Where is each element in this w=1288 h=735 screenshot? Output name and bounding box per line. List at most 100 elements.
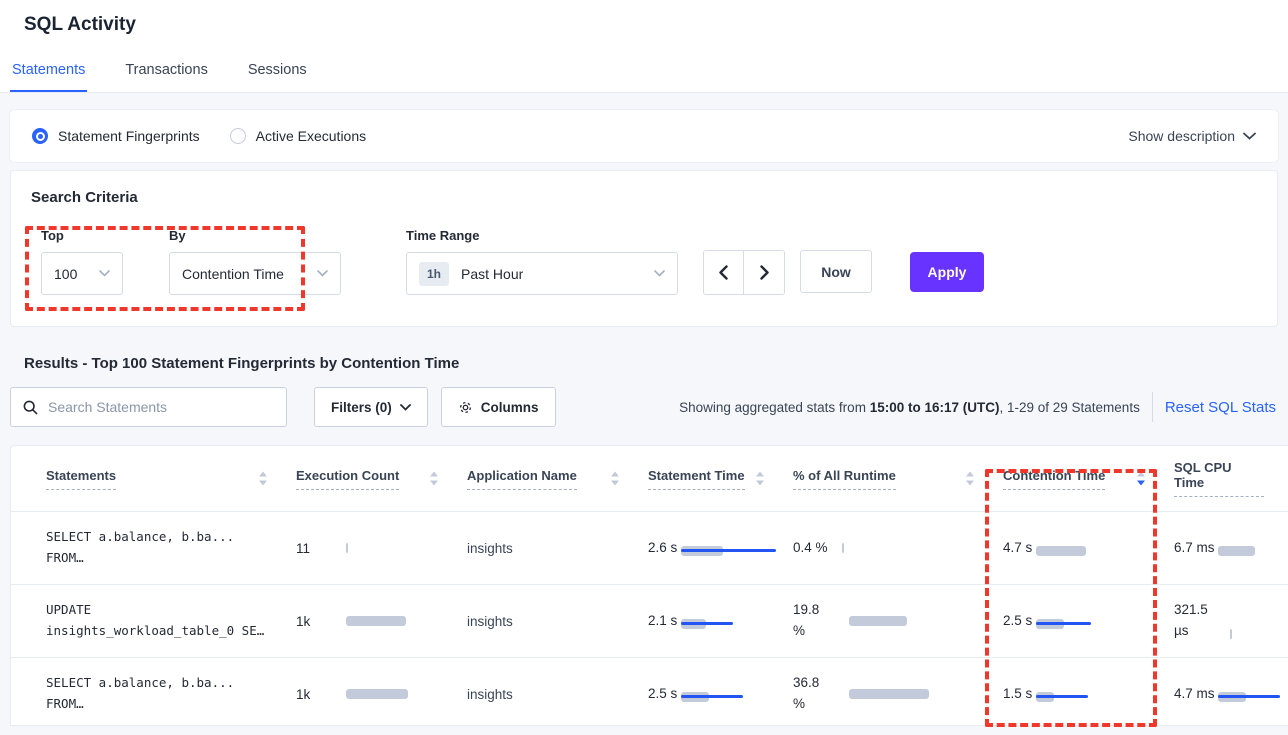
pct-runtime-cell: 36.8 % xyxy=(793,673,1003,715)
search-criteria-heading: Search Criteria xyxy=(31,189,1257,206)
columns-button[interactable]: Columns xyxy=(441,387,556,427)
metric-bar xyxy=(681,546,723,556)
sql-activity-page: SQL Activity Statements Transactions Ses… xyxy=(0,0,1288,735)
statement-fingerprint-link[interactable]: SELECT a.balance, b.ba... FROM… xyxy=(46,527,296,568)
page-title: SQL Activity xyxy=(0,0,1288,36)
column-header-contention-time[interactable]: Contention Time xyxy=(1003,468,1174,490)
table-header-row: Statements Execution Count Application N… xyxy=(11,446,1288,511)
time-range-badge: 1h xyxy=(419,262,449,286)
radio-label: Active Executions xyxy=(256,128,367,144)
view-toggle-bar: Statement Fingerprints Active Executions… xyxy=(10,110,1278,162)
stats-summary: Showing aggregated stats from 15:00 to 1… xyxy=(679,400,1140,415)
statement-fingerprint-link[interactable]: UPDATE insights_workload_table_0 SE… xyxy=(46,600,296,641)
column-header-pct-runtime[interactable]: % of All Runtime xyxy=(793,468,1003,490)
radio-active-executions[interactable]: Active Executions xyxy=(230,128,367,144)
radio-statement-fingerprints[interactable]: Statement Fingerprints xyxy=(32,128,200,144)
prev-time-button[interactable] xyxy=(704,251,744,294)
metric-bar xyxy=(1036,619,1064,629)
metric-bar xyxy=(1230,629,1232,639)
results-heading: Results - Top 100 Statement Fingerprints… xyxy=(24,355,1278,372)
next-time-button[interactable] xyxy=(744,251,784,294)
filters-button-label: Filters (0) xyxy=(331,400,392,415)
metric-bar xyxy=(346,616,406,626)
sort-icon xyxy=(965,471,975,486)
statement-fingerprint-link[interactable]: SELECT a.balance, b.ba... FROM… xyxy=(46,673,296,714)
chevron-right-icon xyxy=(760,265,769,280)
sql-cpu-time-cell: 321.5 µs xyxy=(1174,600,1288,642)
sort-icon xyxy=(258,471,268,486)
table-row: SELECT a.balance, b.ba... FROM… 11 insig… xyxy=(11,511,1288,584)
application-name-cell: insights xyxy=(467,541,648,556)
statement-time-cell: 2.6 s xyxy=(648,538,793,559)
time-range-field-group: Time Range 1h Past Hour xyxy=(406,228,678,295)
by-select-value: Contention Time xyxy=(182,266,284,282)
metric-bar xyxy=(849,616,907,626)
search-statements-input[interactable] xyxy=(48,399,274,415)
metric-bar xyxy=(1036,546,1086,556)
sort-icon xyxy=(755,471,765,486)
column-header-statements[interactable]: Statements xyxy=(46,468,296,490)
columns-button-label: Columns xyxy=(481,400,539,415)
metric-bar xyxy=(346,689,408,699)
table-row: UPDATE insights_workload_table_0 SE… 1k … xyxy=(11,584,1288,657)
contention-time-cell: 4.7 s xyxy=(1003,538,1174,559)
pct-runtime-cell: 19.8 % xyxy=(793,600,1003,642)
by-label: By xyxy=(169,228,341,243)
statement-time-cell: 2.5 s xyxy=(648,684,793,705)
metric-bar xyxy=(849,689,929,699)
top-select-value: 100 xyxy=(54,266,77,282)
top-select[interactable]: 100 xyxy=(41,252,123,295)
contention-time-cell: 1.5 s xyxy=(1003,684,1174,705)
statement-time-cell: 2.1 s xyxy=(648,611,793,632)
apply-button[interactable]: Apply xyxy=(910,252,984,292)
top-label: Top xyxy=(41,228,123,243)
toolbar-divider xyxy=(1152,392,1153,422)
time-range-step-group xyxy=(703,250,785,295)
chevron-down-icon xyxy=(317,270,328,277)
filters-button[interactable]: Filters (0) xyxy=(314,387,428,427)
show-description-label: Show description xyxy=(1128,128,1235,144)
table-row: SELECT a.balance, b.ba... FROM… 1k insig… xyxy=(11,657,1288,726)
metric-bar xyxy=(346,543,348,553)
application-name-cell: insights xyxy=(467,614,648,629)
chevron-down-icon xyxy=(400,404,411,411)
radio-selected-icon xyxy=(32,128,48,144)
radio-unselected-icon xyxy=(230,128,246,144)
contention-time-cell: 2.5 s xyxy=(1003,611,1174,632)
tab-statements[interactable]: Statements xyxy=(10,54,87,92)
execution-count-cell: 11 xyxy=(296,541,467,556)
statements-table: Statements Execution Count Application N… xyxy=(10,445,1288,726)
column-header-statement-time[interactable]: Statement Time xyxy=(648,468,793,490)
search-criteria-panel: Search Criteria Top 100 By Contention Ti… xyxy=(10,170,1278,327)
by-select[interactable]: Contention Time xyxy=(169,252,341,295)
metric-bar xyxy=(681,692,709,702)
column-header-application-name[interactable]: Application Name xyxy=(467,468,648,490)
execution-count-cell: 1k xyxy=(296,614,467,629)
now-button[interactable]: Now xyxy=(800,250,872,293)
results-toolbar: Filters (0) Columns Showing aggregated s… xyxy=(10,387,1278,427)
sql-cpu-time-cell: 4.7 ms xyxy=(1174,684,1288,705)
column-header-sql-cpu-time[interactable]: SQL CPU Time xyxy=(1174,460,1288,497)
metric-bar xyxy=(1218,546,1255,556)
pct-runtime-cell: 0.4 % xyxy=(793,538,1003,559)
tab-sessions[interactable]: Sessions xyxy=(246,54,309,92)
show-description-toggle[interactable]: Show description xyxy=(1128,128,1256,144)
sql-cpu-time-cell: 6.7 ms xyxy=(1174,538,1288,559)
radio-label: Statement Fingerprints xyxy=(58,128,200,144)
metric-bar xyxy=(1036,692,1054,702)
reset-sql-stats-link[interactable]: Reset SQL Stats xyxy=(1165,399,1276,416)
search-statements-box xyxy=(10,387,287,427)
sort-icon xyxy=(429,471,439,486)
tab-transactions[interactable]: Transactions xyxy=(123,54,209,92)
time-range-value: Past Hour xyxy=(461,266,523,282)
page-header: SQL Activity Statements Transactions Ses… xyxy=(0,0,1288,93)
by-field-group: By Contention Time xyxy=(169,228,341,295)
time-range-select[interactable]: 1h Past Hour xyxy=(406,252,678,295)
chevron-left-icon xyxy=(719,265,728,280)
metric-bar xyxy=(842,543,844,553)
sort-desc-active-icon xyxy=(1136,471,1146,486)
column-header-execution-count[interactable]: Execution Count xyxy=(296,468,467,490)
chevron-down-icon xyxy=(99,270,110,277)
search-icon xyxy=(23,400,38,415)
metric-bar xyxy=(1218,692,1246,702)
